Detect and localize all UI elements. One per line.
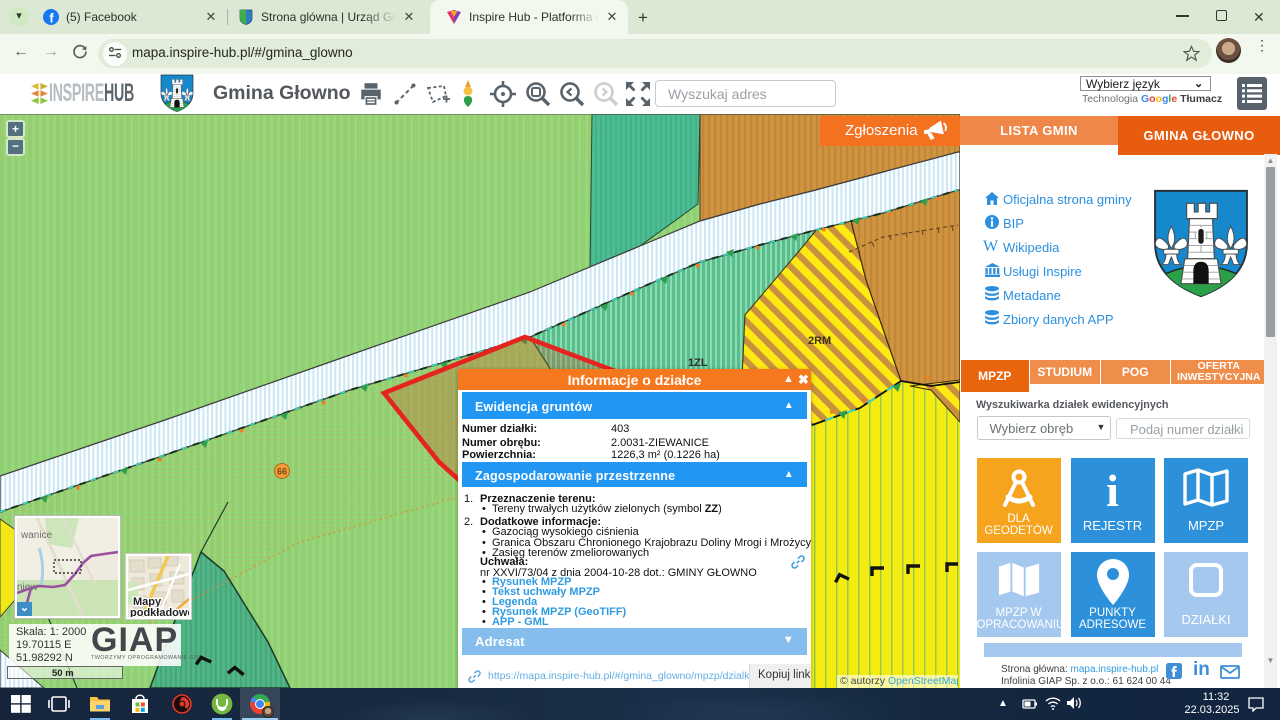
svg-text:2RM: 2RM — [808, 335, 831, 347]
svg-text:wanice: wanice — [20, 530, 53, 541]
svg-text:podkładowe: podkładowe — [130, 607, 189, 617]
svg-text:1ZL: 1ZL — [688, 357, 708, 369]
svg-text:f: f — [49, 10, 54, 25]
svg-text:niew: niew — [17, 582, 38, 593]
svg-text:66: 66 — [277, 467, 287, 477]
